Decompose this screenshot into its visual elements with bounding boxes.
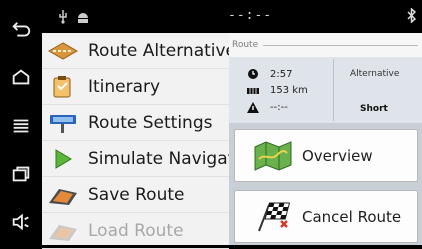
map-overview-icon xyxy=(253,138,293,174)
route-header: Route xyxy=(229,33,422,57)
usb-icon xyxy=(58,9,68,28)
system-navigation-bar xyxy=(0,0,42,245)
save-route-icon xyxy=(47,182,79,208)
home-icon[interactable] xyxy=(0,58,42,96)
route-stats[interactable]: 2:57 153 km --:-- Alternative Short xyxy=(229,57,422,123)
itinerary-icon xyxy=(47,74,79,100)
volume-icon[interactable] xyxy=(0,203,42,241)
recent-apps-icon[interactable] xyxy=(0,155,42,193)
stat-time-value: 2:57 xyxy=(270,68,293,80)
menu-item-label: Route Settings xyxy=(88,113,213,133)
checkered-flag-icon xyxy=(253,199,293,235)
route-settings-icon xyxy=(47,110,79,136)
bluetooth-icon xyxy=(407,7,417,27)
clock-icon xyxy=(248,69,258,79)
route-menu: Route Alternatives Itinerary Route Setti… xyxy=(42,33,229,249)
android-icon xyxy=(77,9,89,28)
warning-icon xyxy=(247,102,259,113)
load-route-icon xyxy=(47,218,79,244)
stat-distance-value: 153 km xyxy=(270,85,308,96)
menu-item-label: Route Alternatives xyxy=(88,41,229,61)
route-alternatives-icon xyxy=(47,38,79,64)
menu-item-label: Save Route xyxy=(88,185,185,205)
menu-item-route-settings[interactable]: Route Settings xyxy=(42,106,229,141)
menu-item-save-route[interactable]: Save Route xyxy=(42,178,229,213)
menu-item-simulate-navigation[interactable]: Simulate Navigation xyxy=(42,142,229,177)
status-time: --:-- xyxy=(228,8,273,23)
menu-item-load-route: Load Route xyxy=(42,214,229,249)
menu-icon[interactable] xyxy=(0,107,42,145)
back-icon[interactable] xyxy=(0,12,42,50)
alternative-value: Short xyxy=(360,104,388,114)
cancel-route-button[interactable]: Cancel Route xyxy=(234,190,418,243)
menu-item-route-alternatives[interactable]: Route Alternatives xyxy=(42,34,229,69)
menu-item-itinerary[interactable]: Itinerary xyxy=(42,70,229,105)
overview-button[interactable]: Overview xyxy=(234,129,418,182)
menu-item-label: Load Route xyxy=(88,221,184,241)
stat-warning: --:-- xyxy=(247,102,288,113)
cancel-route-label: Cancel Route xyxy=(302,207,402,226)
route-panel: Route 2:57 153 km --:-- Alternative Shor… xyxy=(229,33,422,245)
menu-item-label: Simulate Navigation xyxy=(88,149,229,169)
route-header-label: Route xyxy=(232,40,259,50)
simulate-navigation-icon xyxy=(47,146,79,172)
status-bar: --:-- xyxy=(42,0,422,33)
header-divider xyxy=(263,45,418,46)
stat-warning-value: --:-- xyxy=(270,102,288,113)
alternative-label: Alternative xyxy=(350,69,400,79)
distance-icon xyxy=(247,87,259,94)
stat-distance: 153 km xyxy=(247,85,308,96)
menu-item-label: Itinerary xyxy=(88,77,161,97)
stat-time: 2:57 xyxy=(247,68,292,80)
overview-label: Overview xyxy=(302,146,373,165)
stats-divider xyxy=(333,59,334,121)
